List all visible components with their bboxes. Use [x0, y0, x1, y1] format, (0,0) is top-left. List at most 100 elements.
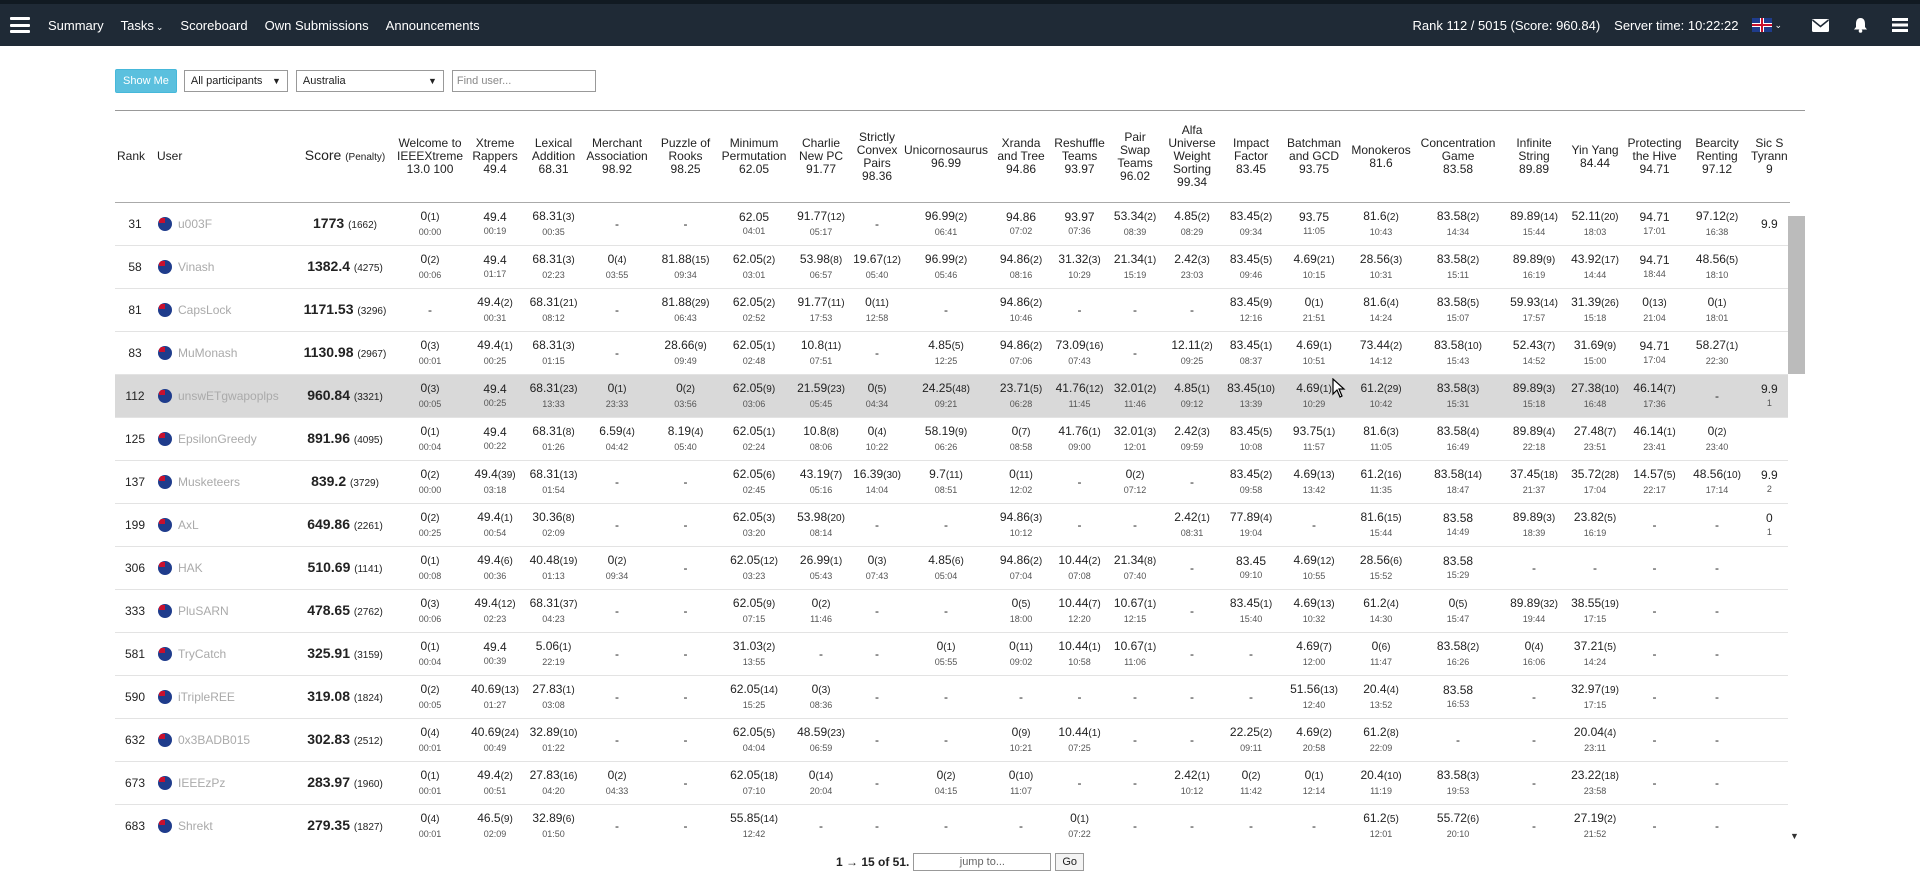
task-score-cell[interactable]	[1749, 288, 1790, 332]
task-score-cell[interactable]: -	[1051, 761, 1109, 805]
task-score-cell[interactable]: 81.6(15) 15:44	[1348, 503, 1415, 547]
task-score-cell[interactable]: 49.4 00:19	[465, 202, 526, 246]
task-score-cell[interactable]: 16.39(30) 14:04	[853, 460, 902, 504]
task-score-cell[interactable]: 0(2) 04:33	[582, 761, 653, 805]
task-score-cell[interactable]: 37.45(18) 21:37	[1502, 460, 1567, 504]
task-score-cell[interactable]: 38.55(19) 17:15	[1566, 589, 1625, 633]
table-row[interactable]: 333 PluSARN 478.65 (2762) 0(3) 00:06 49.4(12)…	[115, 589, 1790, 633]
task-score-cell[interactable]: -	[582, 460, 653, 504]
task-header[interactable]: Batchman and GCD 93.75	[1280, 111, 1349, 203]
task-score-cell[interactable]: 4.85(5) 12:25	[901, 331, 992, 375]
task-score-cell[interactable]: 81.88(15) 09:34	[652, 245, 720, 289]
language-chevron-icon[interactable]: ⌄	[1774, 20, 1782, 31]
task-score-cell[interactable]: 62.05(2) 03:01	[719, 245, 790, 289]
task-score-cell[interactable]: 49.4(1) 00:25	[465, 331, 526, 375]
task-score-cell[interactable]: -	[853, 632, 902, 676]
task-score-cell[interactable]: 0(3) 08:36	[789, 675, 854, 719]
task-score-cell[interactable]: 4.85(6) 05:04	[901, 546, 992, 590]
task-score-cell[interactable]: 28.56(6) 15:52	[1348, 546, 1415, 590]
task-score-cell[interactable]: -	[853, 503, 902, 547]
find-user-input[interactable]: Find user...	[451, 70, 596, 92]
task-score-cell[interactable]: 0(1) 12:14	[1280, 761, 1349, 805]
task-score-cell[interactable]: 0(2) 00:25	[395, 503, 466, 547]
task-score-cell[interactable]: 37.21(5) 14:24	[1566, 632, 1625, 676]
task-score-cell[interactable]: 27.19(2) 21:52	[1566, 804, 1625, 846]
task-score-cell[interactable]: 0(2) 00:05	[395, 675, 466, 719]
task-score-cell[interactable]: 91.77(11) 17:53	[789, 288, 854, 332]
task-score-cell[interactable]: 4.69(21) 10:15	[1280, 245, 1349, 289]
task-score-cell[interactable]: 28.66(9) 09:49	[652, 331, 720, 375]
task-header[interactable]: Xranda and Tree 94.86	[991, 111, 1052, 203]
task-score-cell[interactable]: 83.58 14:49	[1414, 503, 1503, 547]
task-score-cell[interactable]: 0(11) 12:02	[991, 460, 1052, 504]
task-score-cell[interactable]: 35.72(28) 17:04	[1566, 460, 1625, 504]
task-score-cell[interactable]: 61.2(5) 12:01	[1348, 804, 1415, 846]
table-row[interactable]: 125 EpsilonGreedy 891.96 (4095) 0(1) 00:04 49…	[115, 417, 1790, 461]
task-score-cell[interactable]: 27.38(10) 16:48	[1566, 374, 1625, 418]
task-score-cell[interactable]: 4.69(13) 10:32	[1280, 589, 1349, 633]
task-score-cell[interactable]: 83.58(2) 14:34	[1414, 202, 1503, 246]
task-score-cell[interactable]: -	[582, 632, 653, 676]
task-score-cell[interactable]: -	[901, 675, 992, 719]
task-score-cell[interactable]: 49.4(39) 03:18	[465, 460, 526, 504]
task-score-cell[interactable]: 59.93(14) 17:57	[1502, 288, 1567, 332]
table-row[interactable]: 581 TryCatch 325.91 (3159) 0(1) 00:04 49.4 00:…	[115, 632, 1790, 676]
task-score-cell[interactable]: 93.97 07:36	[1051, 202, 1109, 246]
task-score-cell[interactable]: -	[1051, 460, 1109, 504]
task-score-cell[interactable]: 9.9 1	[1749, 374, 1790, 418]
task-score-cell[interactable]: 0(4) 16:06	[1502, 632, 1567, 676]
task-score-cell[interactable]: 46.5(9) 02:09	[465, 804, 526, 846]
task-score-cell[interactable]: 0(3) 00:01	[395, 331, 466, 375]
task-score-cell[interactable]: -	[853, 331, 902, 375]
task-score-cell[interactable]: -	[1051, 503, 1109, 547]
task-score-cell[interactable]: -	[652, 761, 720, 805]
task-score-cell[interactable]: 0(2) 00:00	[395, 460, 466, 504]
task-score-cell[interactable]: 49.4 00:39	[465, 632, 526, 676]
task-score-cell[interactable]: 0(6) 11:47	[1348, 632, 1415, 676]
task-score-cell[interactable]: -	[1685, 675, 1750, 719]
task-score-cell[interactable]: 2.42(1) 08:31	[1162, 503, 1223, 547]
task-score-cell[interactable]: 73.44(2) 14:12	[1348, 331, 1415, 375]
task-score-cell[interactable]: 4.69(1) 10:51	[1280, 331, 1349, 375]
task-score-cell[interactable]	[1749, 546, 1790, 590]
task-score-cell[interactable]: -	[1624, 718, 1686, 762]
table-row[interactable]: 137 Musketeers 839.2 (3729) 0(2) 00:00 49.4(3…	[115, 460, 1790, 504]
task-score-cell[interactable]: 22.25(2) 09:11	[1222, 718, 1281, 762]
task-score-cell[interactable]: -	[1566, 546, 1625, 590]
task-score-cell[interactable]: 83.58 15:29	[1414, 546, 1503, 590]
task-score-cell[interactable]: 46.14(7) 17:36	[1624, 374, 1686, 418]
task-score-cell[interactable]: 62.05(9) 07:15	[719, 589, 790, 633]
task-score-cell[interactable]: 0(1) 18:01	[1685, 288, 1750, 332]
task-score-cell[interactable]: 27.83(16) 04:20	[525, 761, 583, 805]
task-score-cell[interactable]: -	[901, 804, 992, 846]
task-score-cell[interactable]: 0(2) 07:12	[1108, 460, 1163, 504]
task-score-cell[interactable]	[1749, 675, 1790, 719]
task-score-cell[interactable]: -	[1051, 675, 1109, 719]
task-score-cell[interactable]: 62.05(3) 03:20	[719, 503, 790, 547]
bell-icon[interactable]	[1840, 4, 1880, 46]
task-score-cell[interactable]: 0(13) 21:04	[1624, 288, 1686, 332]
task-score-cell[interactable]	[1749, 804, 1790, 846]
task-score-cell[interactable]: 12.11(2) 09:25	[1162, 331, 1223, 375]
task-header[interactable]: Alfa Universe Weight Sorting 99.34	[1162, 111, 1223, 203]
table-row[interactable]: 58 Vinash 1382.4 (4275) 0(2) 00:06 49.4 01:17 6…	[115, 245, 1790, 289]
task-score-cell[interactable]: -	[1624, 546, 1686, 590]
task-header[interactable]: Merchant Association 98.92	[582, 111, 653, 203]
task-score-cell[interactable]: 93.75 11:05	[1280, 202, 1349, 246]
task-score-cell[interactable]: 83.45 09:10	[1222, 546, 1281, 590]
task-score-cell[interactable]: 81.6(4) 14:24	[1348, 288, 1415, 332]
task-header[interactable]: Xtreme Rappers 49.4	[465, 111, 526, 203]
task-score-cell[interactable]: 32.01(3) 12:01	[1108, 417, 1163, 461]
task-score-cell[interactable]: -	[1280, 503, 1349, 547]
task-score-cell[interactable]: 4.85(1) 09:12	[1162, 374, 1223, 418]
task-score-cell[interactable]: 10.44(7) 12:20	[1051, 589, 1109, 633]
table-row[interactable]: 632 0x3BADB015 302.83 (2512) 0(4) 00:01 40.69…	[115, 718, 1790, 762]
show-me-button[interactable]: Show Me	[115, 69, 177, 93]
task-score-cell[interactable]: 32.89(6) 01:50	[525, 804, 583, 846]
task-score-cell[interactable]: 0(4) 00:01	[395, 804, 466, 846]
task-score-cell[interactable]: -	[901, 288, 992, 332]
task-score-cell[interactable]: 2.42(3) 09:59	[1162, 417, 1223, 461]
task-score-cell[interactable]: 55.85(14) 12:42	[719, 804, 790, 846]
task-score-cell[interactable]: -	[1108, 288, 1163, 332]
task-score-cell[interactable]: -	[1685, 589, 1750, 633]
